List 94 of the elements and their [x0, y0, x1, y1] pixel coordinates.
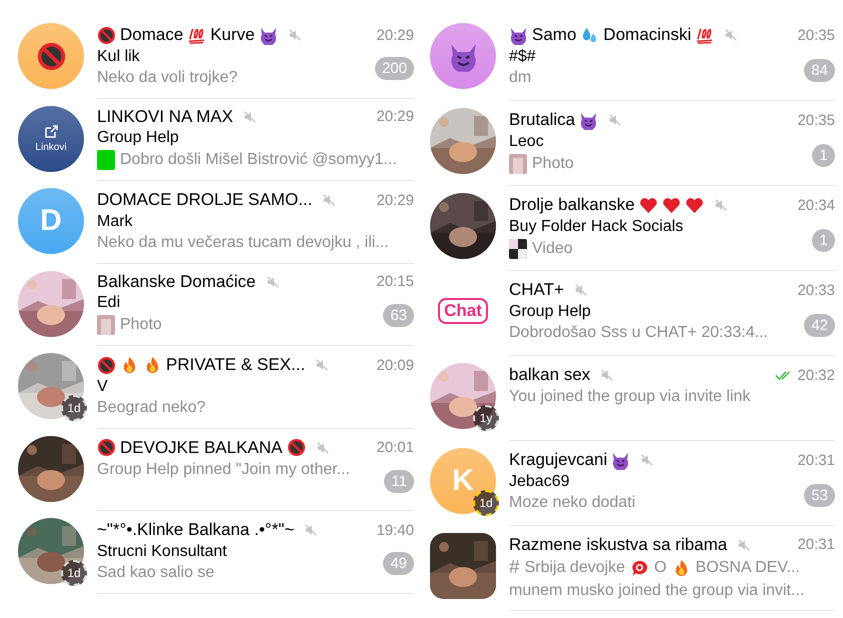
hundred-points-icon	[187, 26, 206, 44]
story-badge: 1d	[61, 395, 87, 421]
message-time: 19:40	[376, 522, 414, 538]
devil-icon	[611, 450, 630, 470]
topic-text: BOSNA DEV...	[696, 559, 800, 577]
message-time: 20:34	[797, 196, 835, 214]
chat-title: Brutalica	[509, 110, 576, 130]
devil-icon	[258, 26, 278, 44]
chat-title: Domacinski	[603, 25, 692, 45]
unread-count: 1	[812, 144, 835, 166]
chat-title: Razmene iskustva sa ribama	[509, 534, 728, 554]
chat-title: DEVOJKE BALKANA	[120, 438, 283, 458]
sender-name: Group Help	[509, 303, 592, 321]
message-preview: Dobrodošao Sss u CHAT+ 20:33:4...	[509, 324, 768, 342]
heart-icon	[638, 196, 658, 214]
message-time: 20:32	[797, 366, 835, 384]
message-preview: Photo	[532, 155, 574, 173]
chat-title: Samo	[532, 25, 576, 45]
chat-title: LINKOVI NA MAX	[97, 106, 234, 127]
devil-icon	[509, 26, 528, 44]
sender-name: Buy Folder Hack Socials	[509, 218, 684, 236]
adults-only-icon	[286, 438, 306, 457]
external-link-icon	[43, 124, 59, 140]
message-preview: Group Help pinned "Join my other...	[97, 460, 350, 478]
message-time: 20:29	[376, 108, 414, 126]
sender-name: V	[97, 378, 109, 396]
message-preview: Dobro došli Mišel Bistrović @somyy1...	[120, 151, 397, 169]
sender-name: Jebac69	[509, 473, 570, 491]
message-time: 20:33	[797, 282, 835, 298]
sender-name: #$#	[509, 48, 537, 66]
story-badge: 1y	[473, 405, 499, 431]
chat-logo: Chat	[438, 298, 488, 324]
sender-name: Group Help	[97, 129, 180, 147]
message-preview: dm	[509, 69, 532, 87]
sender-name: Strucni Konsultant	[97, 543, 228, 561]
message-time: 20:35	[797, 26, 835, 44]
message-preview: You joined the group via invite link	[509, 388, 750, 406]
message-time: 20:09	[376, 356, 414, 374]
message-time: 20:01	[376, 439, 414, 456]
adults-only-icon	[36, 40, 66, 72]
chat-title: CHAT+	[509, 280, 564, 300]
unread-count: 84	[804, 58, 835, 82]
message-preview: Sad kao salio se	[97, 564, 214, 582]
video-thumbnail	[509, 239, 527, 259]
message-time: 20:31	[797, 536, 835, 553]
message-time: 20:15	[376, 273, 414, 290]
photo-thumbnail	[509, 154, 527, 174]
story-badge: 1d	[473, 490, 499, 516]
sender-name: Mark	[97, 213, 134, 231]
unread-count: 53	[804, 484, 835, 506]
chat-title: DOMACE DROLJE SAMO...	[97, 190, 312, 210]
hash-icon: #	[509, 557, 520, 579]
unread-count: 11	[384, 470, 414, 493]
chat-title: ~"*°•.Klinke Balkana .•°*"~	[97, 520, 294, 540]
message-preview: Beograd neko?	[97, 399, 206, 417]
message-preview: Neko da mu večeras tucam devojku , ili...	[97, 234, 389, 252]
topic-text: O	[654, 559, 667, 577]
sender-name: Kul lik	[97, 48, 141, 66]
chat-title: PRIVATE & SEX...	[166, 355, 306, 375]
avatar: Linkovi	[18, 106, 84, 172]
message-time: 20:35	[797, 112, 835, 128]
adults-only-icon	[97, 438, 116, 457]
message-preview: Photo	[120, 316, 162, 334]
unread-count: 200	[374, 57, 414, 80]
topic-text: Srbija devojke	[524, 559, 626, 577]
adults-only-icon	[97, 356, 116, 374]
photo-thumbnail	[97, 315, 115, 335]
message-preview: Video	[532, 240, 573, 258]
message-time: 20:29	[376, 26, 414, 44]
story-badge: 1d	[61, 560, 87, 586]
hundred-points-icon	[695, 26, 714, 44]
chat-title: Drolje balkanske	[509, 195, 635, 215]
message-preview: Moze neko dodati	[509, 494, 636, 512]
avatar: D	[18, 188, 84, 254]
speech-bubble-icon	[630, 558, 650, 578]
adults-only-icon	[97, 26, 116, 44]
devil-icon	[579, 110, 598, 130]
message-time: 20:29	[376, 192, 414, 208]
chat-title: Domace	[120, 25, 184, 45]
unread-count: 42	[804, 314, 835, 336]
unread-count: 1	[812, 228, 835, 252]
chat-title: Kragujevcani	[509, 450, 608, 470]
message-preview: Neko da voli trojke?	[97, 69, 238, 87]
chat-title: Kurve	[210, 25, 255, 45]
chat-title: Balkanske Domaćice	[97, 272, 256, 292]
chat-title: balkan sex	[509, 365, 590, 385]
unread-count: 63	[383, 304, 414, 327]
heart-icon	[684, 196, 704, 214]
sender-name: Leoc	[509, 133, 545, 151]
unread-count: 49	[383, 552, 414, 576]
heart-icon	[662, 196, 681, 214]
sender-name: Edi	[97, 294, 122, 312]
message-preview: munem musko joined the group via invit...	[509, 582, 804, 600]
message-time: 20:31	[797, 452, 835, 468]
